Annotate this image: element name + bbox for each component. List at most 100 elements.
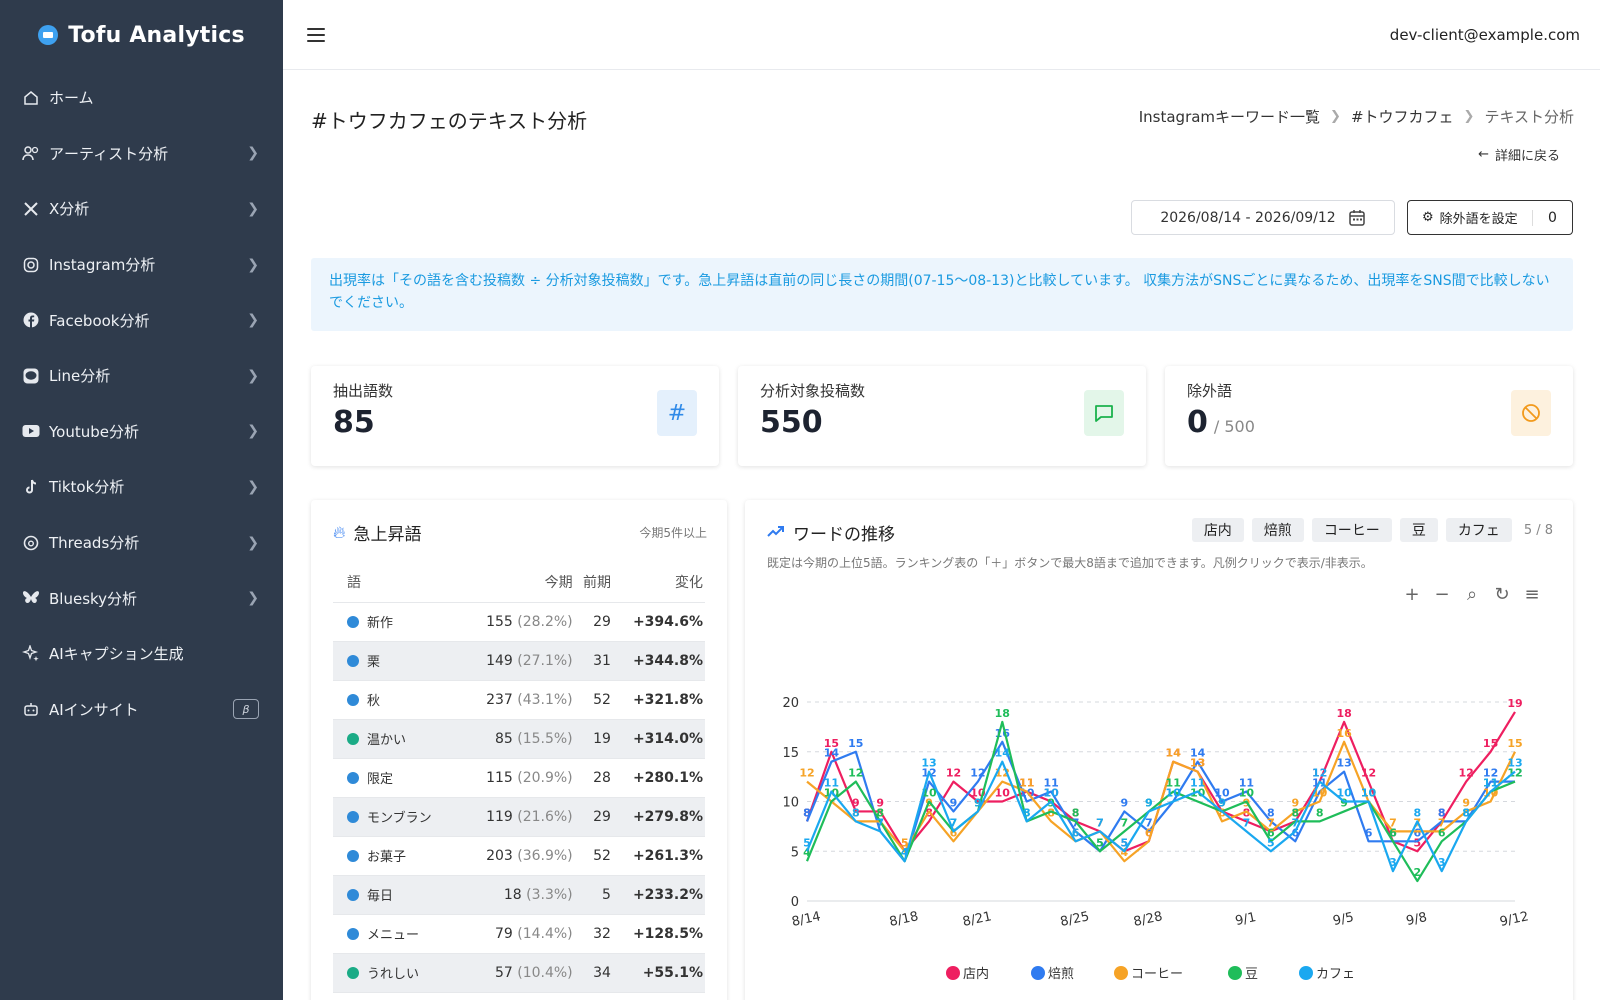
data-label: 7 — [876, 816, 884, 829]
legend-marker — [1114, 966, 1128, 980]
sidebar-item-label: Threads分析 — [49, 534, 140, 553]
sidebar-item-threads[interactable]: Threads分析 ❯ — [0, 515, 283, 571]
sidebar-item-sparkle[interactable]: AIキャプション生成 — [0, 626, 283, 682]
data-label: 5 — [1096, 836, 1104, 849]
cell-word: 限定 — [333, 758, 462, 798]
legend-item[interactable]: 焙煎 — [1048, 966, 1074, 982]
sidebar-nav: ホーム アーティスト分析 ❯ X分析 ❯ Instagram分析 ❯ Facebook分析 ❯ L… — [0, 70, 283, 737]
data-label: 6 — [1389, 826, 1397, 839]
sidebar: Tofu Analytics ホーム アーティスト分析 ❯ X分析 ❯ Instagram… — [0, 0, 283, 1000]
sidebar-item-tiktok[interactable]: Tiktok分析 ❯ — [0, 459, 283, 515]
x-tick-label: 9/12 — [1498, 909, 1530, 930]
cell-previous: 29 — [574, 797, 613, 837]
column-header-current[interactable]: 今期 — [461, 562, 575, 603]
legend-item[interactable]: コーヒー — [1131, 967, 1183, 982]
cell-previous: 34 — [574, 953, 613, 993]
legend-item[interactable]: カフェ — [1316, 967, 1355, 982]
youtube-icon — [22, 422, 40, 440]
sidebar-item-label: アーティスト分析 — [49, 144, 169, 163]
cell-word: 秋 — [333, 680, 462, 720]
data-label: 10 — [1043, 787, 1059, 800]
table-row[interactable]: 栗 149 (27.1%) 31 +344.8% — [333, 641, 705, 681]
date-range-picker[interactable]: 2026/08/14 - 2026/09/12 — [1131, 200, 1395, 235]
home-icon — [22, 89, 40, 107]
cell-word: お菓子 — [333, 836, 462, 876]
data-label: 6 — [1438, 826, 1446, 839]
back-to-detail-link[interactable]: ← 詳細に戻る — [1478, 145, 1560, 164]
brand[interactable]: Tofu Analytics — [0, 0, 283, 70]
sidebar-item-instagram[interactable]: Instagram分析 ❯ — [0, 237, 283, 293]
table-row[interactable]: 温かい 85 (15.5%) 19 +314.0% — [333, 719, 705, 759]
cell-word: 新作 — [333, 602, 462, 642]
table-row[interactable]: メニュー 79 (14.4%) 32 +128.5% — [333, 914, 705, 954]
data-label: 12 — [799, 767, 814, 780]
x-tick-label: 9/5 — [1332, 910, 1356, 929]
sidebar-item-home[interactable]: ホーム — [0, 70, 283, 126]
table-row[interactable]: 限定 115 (20.9%) 28 +280.1% — [333, 758, 705, 798]
cell-word: うれしい — [333, 953, 462, 993]
data-label: 9 — [1218, 796, 1226, 809]
legend-item[interactable]: 豆 — [1245, 967, 1258, 982]
sidebar-item-users[interactable]: アーティスト分析 ❯ — [0, 126, 283, 182]
chevron-right-icon: ❯ — [247, 423, 259, 440]
table-row[interactable]: 毎日 18 (3.3%) 5 +233.2% — [333, 875, 705, 915]
stat-card-extracted-words: 抽出語数 85 # — [311, 366, 719, 466]
table-row[interactable]: モンブラン 119 (21.6%) 29 +279.8% — [333, 797, 705, 837]
user-email[interactable]: dev-client@example.com — [1390, 26, 1580, 44]
chevron-right-icon: ❯ — [247, 590, 259, 607]
data-label: 10 — [1239, 787, 1255, 800]
cell-previous: 5 — [574, 875, 613, 915]
sidebar-item-robot[interactable]: AIインサイト β — [0, 682, 283, 738]
y-tick-label: 20 — [782, 696, 799, 711]
cell-change: +321.8% — [612, 680, 705, 720]
sidebar-item-bluesky[interactable]: Bluesky分析 ❯ — [0, 570, 283, 626]
chevron-right-icon: ❯ — [247, 534, 259, 551]
table-row[interactable]: お菓子 203 (36.9%) 52 +261.3% — [333, 836, 705, 876]
sidebar-item-youtube[interactable]: Youtube分析 ❯ — [0, 404, 283, 460]
sidebar-item-facebook[interactable]: Facebook分析 ❯ — [0, 292, 283, 348]
word-dot — [347, 772, 359, 784]
table-row[interactable]: 新作 155 (28.2%) 29 +394.6% — [333, 602, 705, 642]
breadcrumb: Instagramキーワード一覧 ❯ #トウフカフェ ❯ テキスト分析 — [1139, 106, 1574, 127]
stat-sub: / 500 — [1213, 417, 1255, 436]
data-label: 14 — [824, 747, 840, 760]
arrow-left-icon: ← — [1478, 147, 1489, 162]
sidebar-item-x[interactable]: X分析 ❯ — [0, 181, 283, 237]
cell-current: 149 (27.1%) — [461, 641, 575, 681]
data-label: 8 — [1316, 806, 1324, 819]
table-row[interactable]: 秋 237 (43.1%) 52 +321.8% — [333, 680, 705, 720]
data-label: 11 — [824, 777, 839, 790]
ban-icon — [1511, 390, 1551, 436]
sidebar-item-label: Youtube分析 — [49, 422, 139, 441]
menu-toggle-icon[interactable] — [307, 27, 325, 42]
cell-change: +261.3% — [612, 836, 705, 876]
data-label: 10 — [1166, 787, 1182, 800]
data-label: 7 — [1291, 816, 1299, 829]
data-label: 16 — [1336, 727, 1352, 740]
data-label: 7 — [1121, 816, 1129, 829]
column-header-word[interactable]: 語 — [333, 562, 462, 603]
breadcrumb-item-keywords[interactable]: Instagramキーワード一覧 — [1139, 106, 1320, 127]
chevron-right-icon: ❯ — [247, 367, 259, 384]
legend-item[interactable]: 店内 — [963, 966, 989, 982]
cell-previous: 19 — [574, 719, 613, 759]
data-label: 7 — [950, 816, 958, 829]
x-tick-label: 8/28 — [1132, 909, 1164, 930]
breadcrumb-item-hashtag[interactable]: #トウフカフェ — [1351, 106, 1454, 127]
data-label: 5 — [1121, 836, 1129, 849]
y-tick-label: 5 — [791, 845, 799, 860]
column-header-previous[interactable]: 前期 — [574, 562, 613, 603]
cell-change: +344.8% — [612, 641, 705, 681]
sidebar-item-line[interactable]: Line分析 ❯ — [0, 348, 283, 404]
page-title: #トウフカフェのテキスト分析 — [311, 109, 588, 133]
stat-value: 550 — [760, 405, 823, 440]
x-tick-label: 9/8 — [1405, 910, 1429, 929]
y-tick-label: 0 — [791, 895, 799, 910]
table-row[interactable]: うれしい 57 (10.4%) 34 +55.1% — [333, 953, 705, 993]
chevron-right-icon: ❯ — [247, 478, 259, 495]
exclude-words-button[interactable]: ⚙ 除外語を設定 0 — [1407, 200, 1573, 235]
date-range-value: 2026/08/14 - 2026/09/12 — [1160, 209, 1336, 226]
stat-label: 抽出語数 — [333, 382, 394, 400]
stat-value: 85 — [333, 405, 375, 440]
column-header-change[interactable]: 変化 — [612, 562, 705, 603]
